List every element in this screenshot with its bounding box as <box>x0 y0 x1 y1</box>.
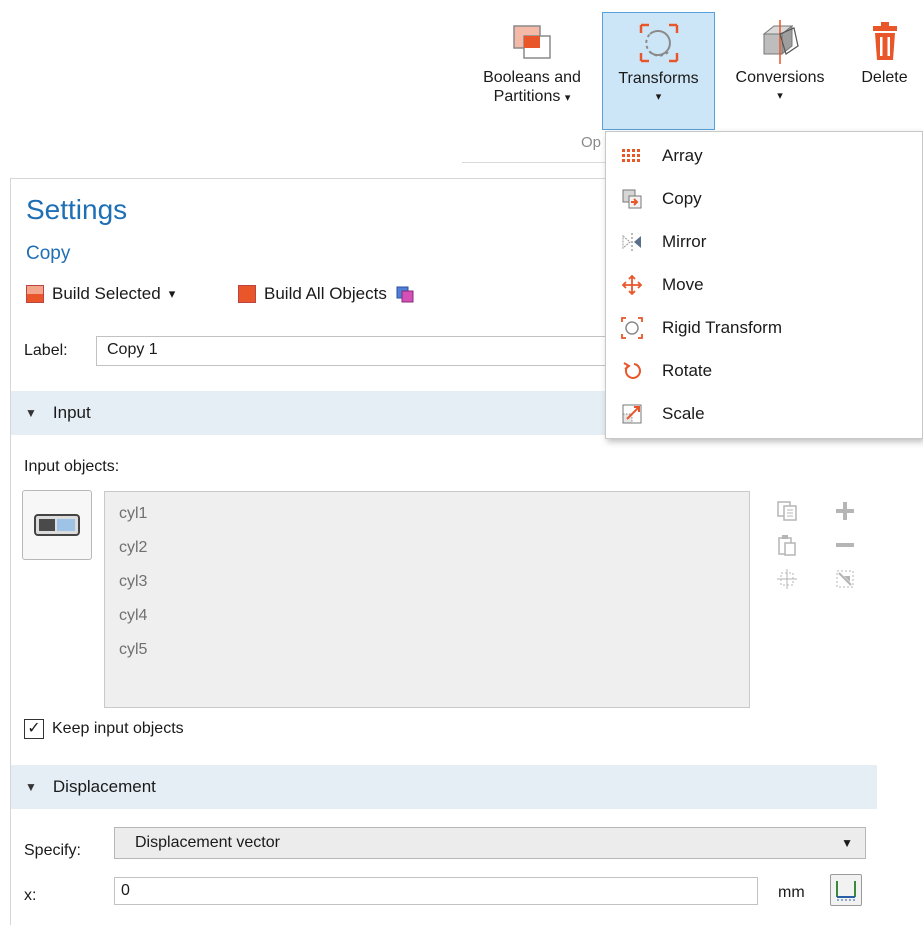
menu-item-label: Copy <box>662 188 702 208</box>
build-selected-button[interactable]: Build Selected ▾ <box>26 284 175 304</box>
input-section-title: Input <box>52 403 91 422</box>
transforms-label: Transforms <box>618 70 699 87</box>
list-item[interactable]: cyl3 <box>119 570 735 604</box>
copy-icon <box>620 187 644 211</box>
menu-item-rotate[interactable]: Rotate <box>606 349 922 392</box>
menu-item-mirror[interactable]: Mirror <box>606 220 922 263</box>
booleans-label-line2: Partitions <box>493 88 561 105</box>
rigid-transform-icon <box>620 316 644 340</box>
booleans-label-line1: Booleans and <box>483 69 581 86</box>
transforms-button[interactable]: Transforms ▾ <box>602 12 715 130</box>
geometry-view-icon[interactable] <box>395 284 415 304</box>
move-icon <box>620 273 644 297</box>
range-icon <box>836 881 856 901</box>
specify-select[interactable]: Displacement vector ▼ <box>114 827 866 859</box>
conversions-icon <box>762 20 799 64</box>
chevron-down-icon: ▾ <box>564 92 571 104</box>
keep-input-objects-checkbox[interactable]: ✓ <box>24 719 44 739</box>
x-displacement-input[interactable]: 0 <box>114 877 758 905</box>
chevron-down-icon: ▾ <box>655 91 662 103</box>
node-type-subtitle: Copy <box>26 243 71 264</box>
transforms-menu: Array Copy Mirror Move Rigid Transform R… <box>605 131 923 439</box>
specify-label: Specify: <box>24 842 81 859</box>
conversions-button[interactable]: Conversions ▾ <box>720 12 840 130</box>
menu-item-label: Rotate <box>662 360 713 380</box>
list-item[interactable]: cyl2 <box>119 536 735 570</box>
collapse-triangle-icon: ▼ <box>25 780 37 794</box>
input-objects-label: Input objects: <box>24 458 120 475</box>
clear-selection-icon[interactable] <box>834 568 856 590</box>
list-item[interactable]: cyl1 <box>119 502 735 536</box>
collapse-triangle-icon: ▼ <box>25 406 37 420</box>
menu-item-copy[interactable]: Copy <box>606 177 922 220</box>
selection-toggle-button[interactable] <box>22 490 92 560</box>
page-title: Settings <box>26 194 128 225</box>
label-field[interactable]: Copy 1 <box>96 336 616 366</box>
zoom-selected-icon[interactable] <box>776 568 798 590</box>
chevron-down-icon: ▾ <box>168 286 176 301</box>
list-item[interactable]: cyl4 <box>119 604 735 638</box>
specify-select-value: Displacement vector <box>135 834 280 851</box>
ribbon-group-label: Op <box>581 134 602 151</box>
build-selected-icon <box>26 285 44 303</box>
menu-item-label: Rigid Transform <box>662 317 782 337</box>
transforms-icon <box>639 23 678 63</box>
add-icon[interactable] <box>834 500 856 522</box>
displacement-section-header[interactable]: ▼ Displacement <box>11 765 877 809</box>
build-selected-label: Build Selected <box>52 284 161 303</box>
menu-item-array[interactable]: Array <box>606 134 922 177</box>
menu-item-rigid-transform[interactable]: Rigid Transform <box>606 306 922 349</box>
chevron-down-icon: ▾ <box>777 90 783 102</box>
menu-item-label: Array <box>662 145 703 165</box>
menu-item-move[interactable]: Move <box>606 263 922 306</box>
menu-item-label: Mirror <box>662 231 707 251</box>
booleans-partitions-button[interactable]: Booleans and Partitions ▾ <box>462 12 602 130</box>
delete-icon <box>872 22 897 60</box>
copy-selection-icon[interactable] <box>776 500 798 522</box>
delete-label: Delete <box>861 69 908 86</box>
array-icon <box>620 144 644 168</box>
conversions-label: Conversions <box>735 69 825 86</box>
x-label: x: <box>24 887 37 904</box>
delete-button[interactable]: Delete <box>846 12 923 130</box>
toggle-switch-icon <box>34 514 80 536</box>
menu-item-label: Scale <box>662 403 705 423</box>
displacement-section-title: Displacement <box>52 777 156 796</box>
keep-input-objects-label: Keep input objects <box>52 720 184 737</box>
scale-icon <box>620 402 644 426</box>
rotate-icon <box>620 359 644 383</box>
range-button[interactable] <box>830 874 862 906</box>
paste-selection-icon[interactable] <box>776 534 798 556</box>
remove-icon[interactable] <box>834 534 856 556</box>
chevron-down-icon: ▼ <box>841 836 853 850</box>
menu-item-scale[interactable]: Scale <box>606 392 922 435</box>
build-all-label: Build All Objects <box>264 284 387 303</box>
list-item[interactable]: cyl5 <box>119 638 735 672</box>
menu-item-label: Move <box>662 274 704 294</box>
input-objects-list[interactable]: cyl1 cyl2 cyl3 cyl4 cyl5 <box>104 491 750 708</box>
build-all-icon <box>238 285 256 303</box>
unit-label: mm <box>778 884 805 901</box>
build-all-objects-button[interactable]: Build All Objects <box>238 284 415 304</box>
mirror-icon <box>620 230 644 254</box>
booleans-partitions-icon <box>513 25 551 59</box>
label-caption: Label: <box>24 342 68 359</box>
